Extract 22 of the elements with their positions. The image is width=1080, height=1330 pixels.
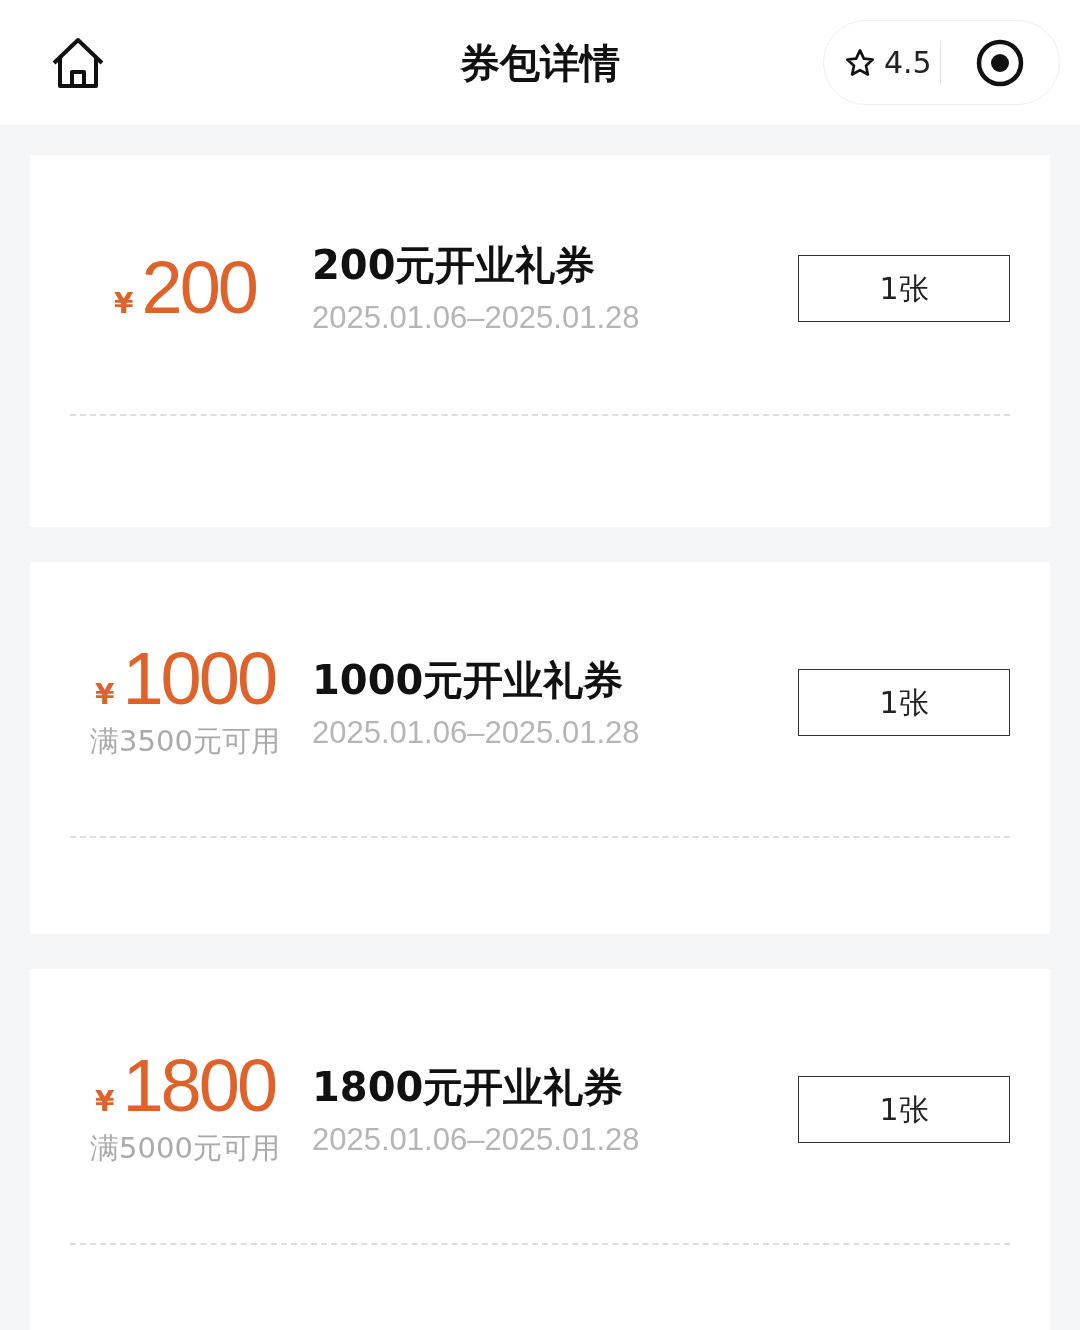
quantity-tag: 1张 (798, 669, 1010, 737)
validity-dates: 2025.01.06–2025.01.28 (312, 713, 640, 752)
star-icon[interactable] (844, 46, 876, 79)
quantity-tag: 1张 (798, 254, 1010, 322)
currency-symbol: ¥ (94, 677, 115, 713)
coupon-title: 200元开业礼券 (312, 241, 596, 290)
currency-symbol: ¥ (114, 286, 134, 323)
coupon-title: 1000元开业礼券 (312, 655, 624, 705)
rating-text: 4.5 (884, 44, 932, 82)
usage-condition: 满5000元可用 (90, 1130, 280, 1167)
usage-condition: 满3500元可用 (90, 723, 280, 760)
coupon-title: 1800元开业礼券 (312, 1062, 624, 1112)
currency-symbol: ¥ (94, 1084, 115, 1120)
quantity-tag: 1张 (798, 1076, 1010, 1144)
coupon-amount: 1000 (122, 642, 276, 716)
coupon-amount: 1800 (122, 1049, 276, 1123)
page-title: 券包详情 (460, 38, 620, 88)
home-icon[interactable] (50, 37, 106, 89)
validity-dates: 2025.01.06–2025.01.28 (312, 299, 640, 337)
target-icon[interactable] (974, 37, 1025, 88)
coupon-amount: 200 (141, 251, 256, 326)
validity-dates: 2025.01.06–2025.01.28 (312, 1120, 640, 1159)
